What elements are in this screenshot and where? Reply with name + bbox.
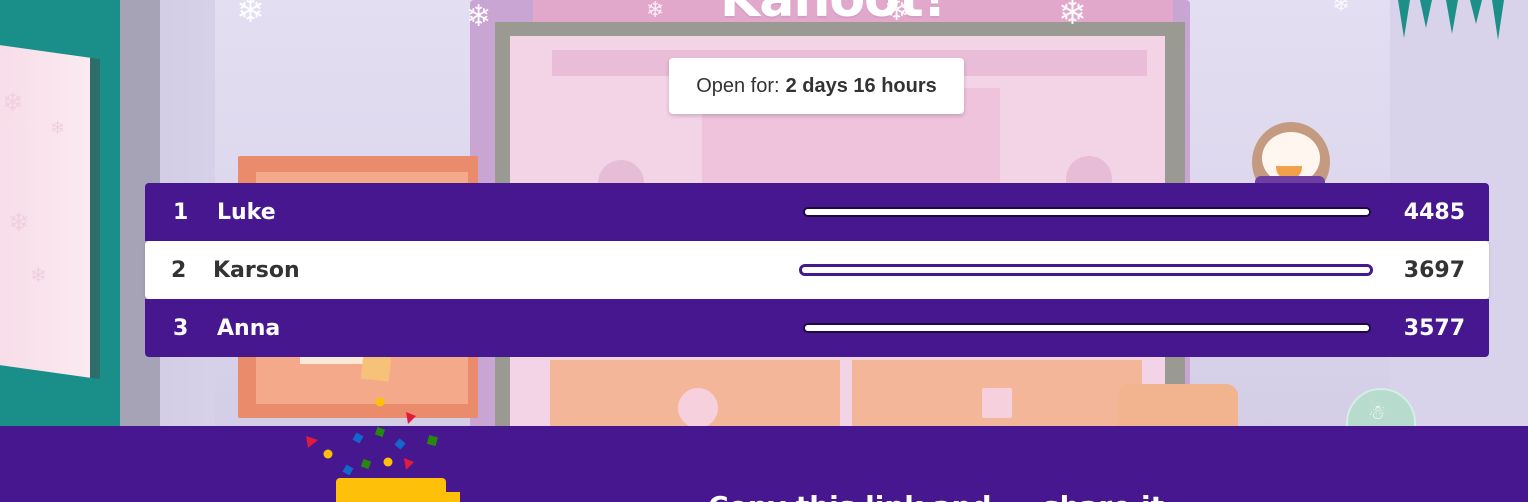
confetti-piece bbox=[375, 397, 385, 407]
timer-label: Open for: bbox=[696, 74, 780, 97]
confetti-piece bbox=[406, 412, 416, 424]
kahoot-logo: Kahoot! bbox=[720, 0, 946, 34]
snowflake-icon: ❄ bbox=[1332, 0, 1351, 17]
score-bar bbox=[803, 323, 1371, 333]
confetti-piece bbox=[374, 426, 386, 438]
player-name: Anna bbox=[217, 315, 281, 341]
sticky-note bbox=[360, 354, 392, 382]
player-rank: 1 bbox=[173, 199, 189, 225]
snowflake-icon: ❄ bbox=[50, 118, 66, 139]
confetti-piece bbox=[323, 449, 333, 459]
player-rank: 3 bbox=[173, 315, 189, 341]
player-score: 4485 bbox=[1403, 199, 1465, 225]
player-rank: 2 bbox=[171, 257, 187, 283]
confetti-piece bbox=[394, 438, 406, 450]
score-bar-fill bbox=[802, 267, 1370, 273]
player-name: Luke bbox=[217, 199, 276, 225]
confetti-piece bbox=[342, 464, 354, 476]
score-bar-fill bbox=[805, 325, 1369, 331]
score-bar bbox=[799, 264, 1373, 276]
confetti-icon bbox=[306, 397, 438, 476]
bottom-banner: Copy this link and ... share it bbox=[0, 426, 1528, 502]
player-name: Karson bbox=[213, 257, 300, 283]
snowflake-icon: ❄ bbox=[236, 0, 265, 31]
snowflake-icon: ❄ bbox=[30, 263, 47, 287]
snowflake-icon: ❄ bbox=[1058, 0, 1087, 33]
confetti-piece bbox=[383, 457, 393, 467]
confetti-piece bbox=[352, 432, 364, 444]
leaderboard-row: 3 Anna 3577 bbox=[145, 299, 1489, 357]
confetti-piece bbox=[426, 435, 438, 447]
player-score: 3697 bbox=[1403, 257, 1465, 283]
podium-side bbox=[440, 492, 460, 502]
score-bar-fill bbox=[805, 209, 1369, 215]
snowflake-icon: ❄ bbox=[8, 208, 30, 238]
player-score: 3577 bbox=[1403, 315, 1465, 341]
score-bar bbox=[803, 207, 1371, 217]
snowflake-icon: ❄ bbox=[466, 0, 492, 34]
drawer-knob bbox=[678, 388, 718, 426]
leaderboard: 1 Luke 4485 2 Karson 3697 3 Anna 3577 bbox=[145, 183, 1489, 357]
leaderboard-row: 1 Luke 4485 bbox=[145, 183, 1489, 241]
snowflake-icon: ❄ bbox=[646, 0, 665, 23]
confetti-piece bbox=[306, 436, 318, 448]
confetti-piece bbox=[360, 458, 372, 470]
snowflake-icon: ❄ bbox=[2, 88, 24, 118]
podium-icon bbox=[336, 478, 446, 502]
drawer-knob bbox=[982, 388, 1012, 418]
timer-value: 2 days 16 hours bbox=[785, 74, 937, 97]
open-for-timer: Open for: 2 days 16 hours bbox=[669, 58, 964, 114]
bottom-banner-text: Copy this link and ... share it bbox=[708, 490, 1164, 502]
leaderboard-row-highlighted: 2 Karson 3697 bbox=[145, 241, 1489, 299]
snowman-icon: ☃ bbox=[1368, 400, 1386, 424]
chair bbox=[1118, 384, 1238, 426]
confetti-piece bbox=[404, 458, 414, 470]
